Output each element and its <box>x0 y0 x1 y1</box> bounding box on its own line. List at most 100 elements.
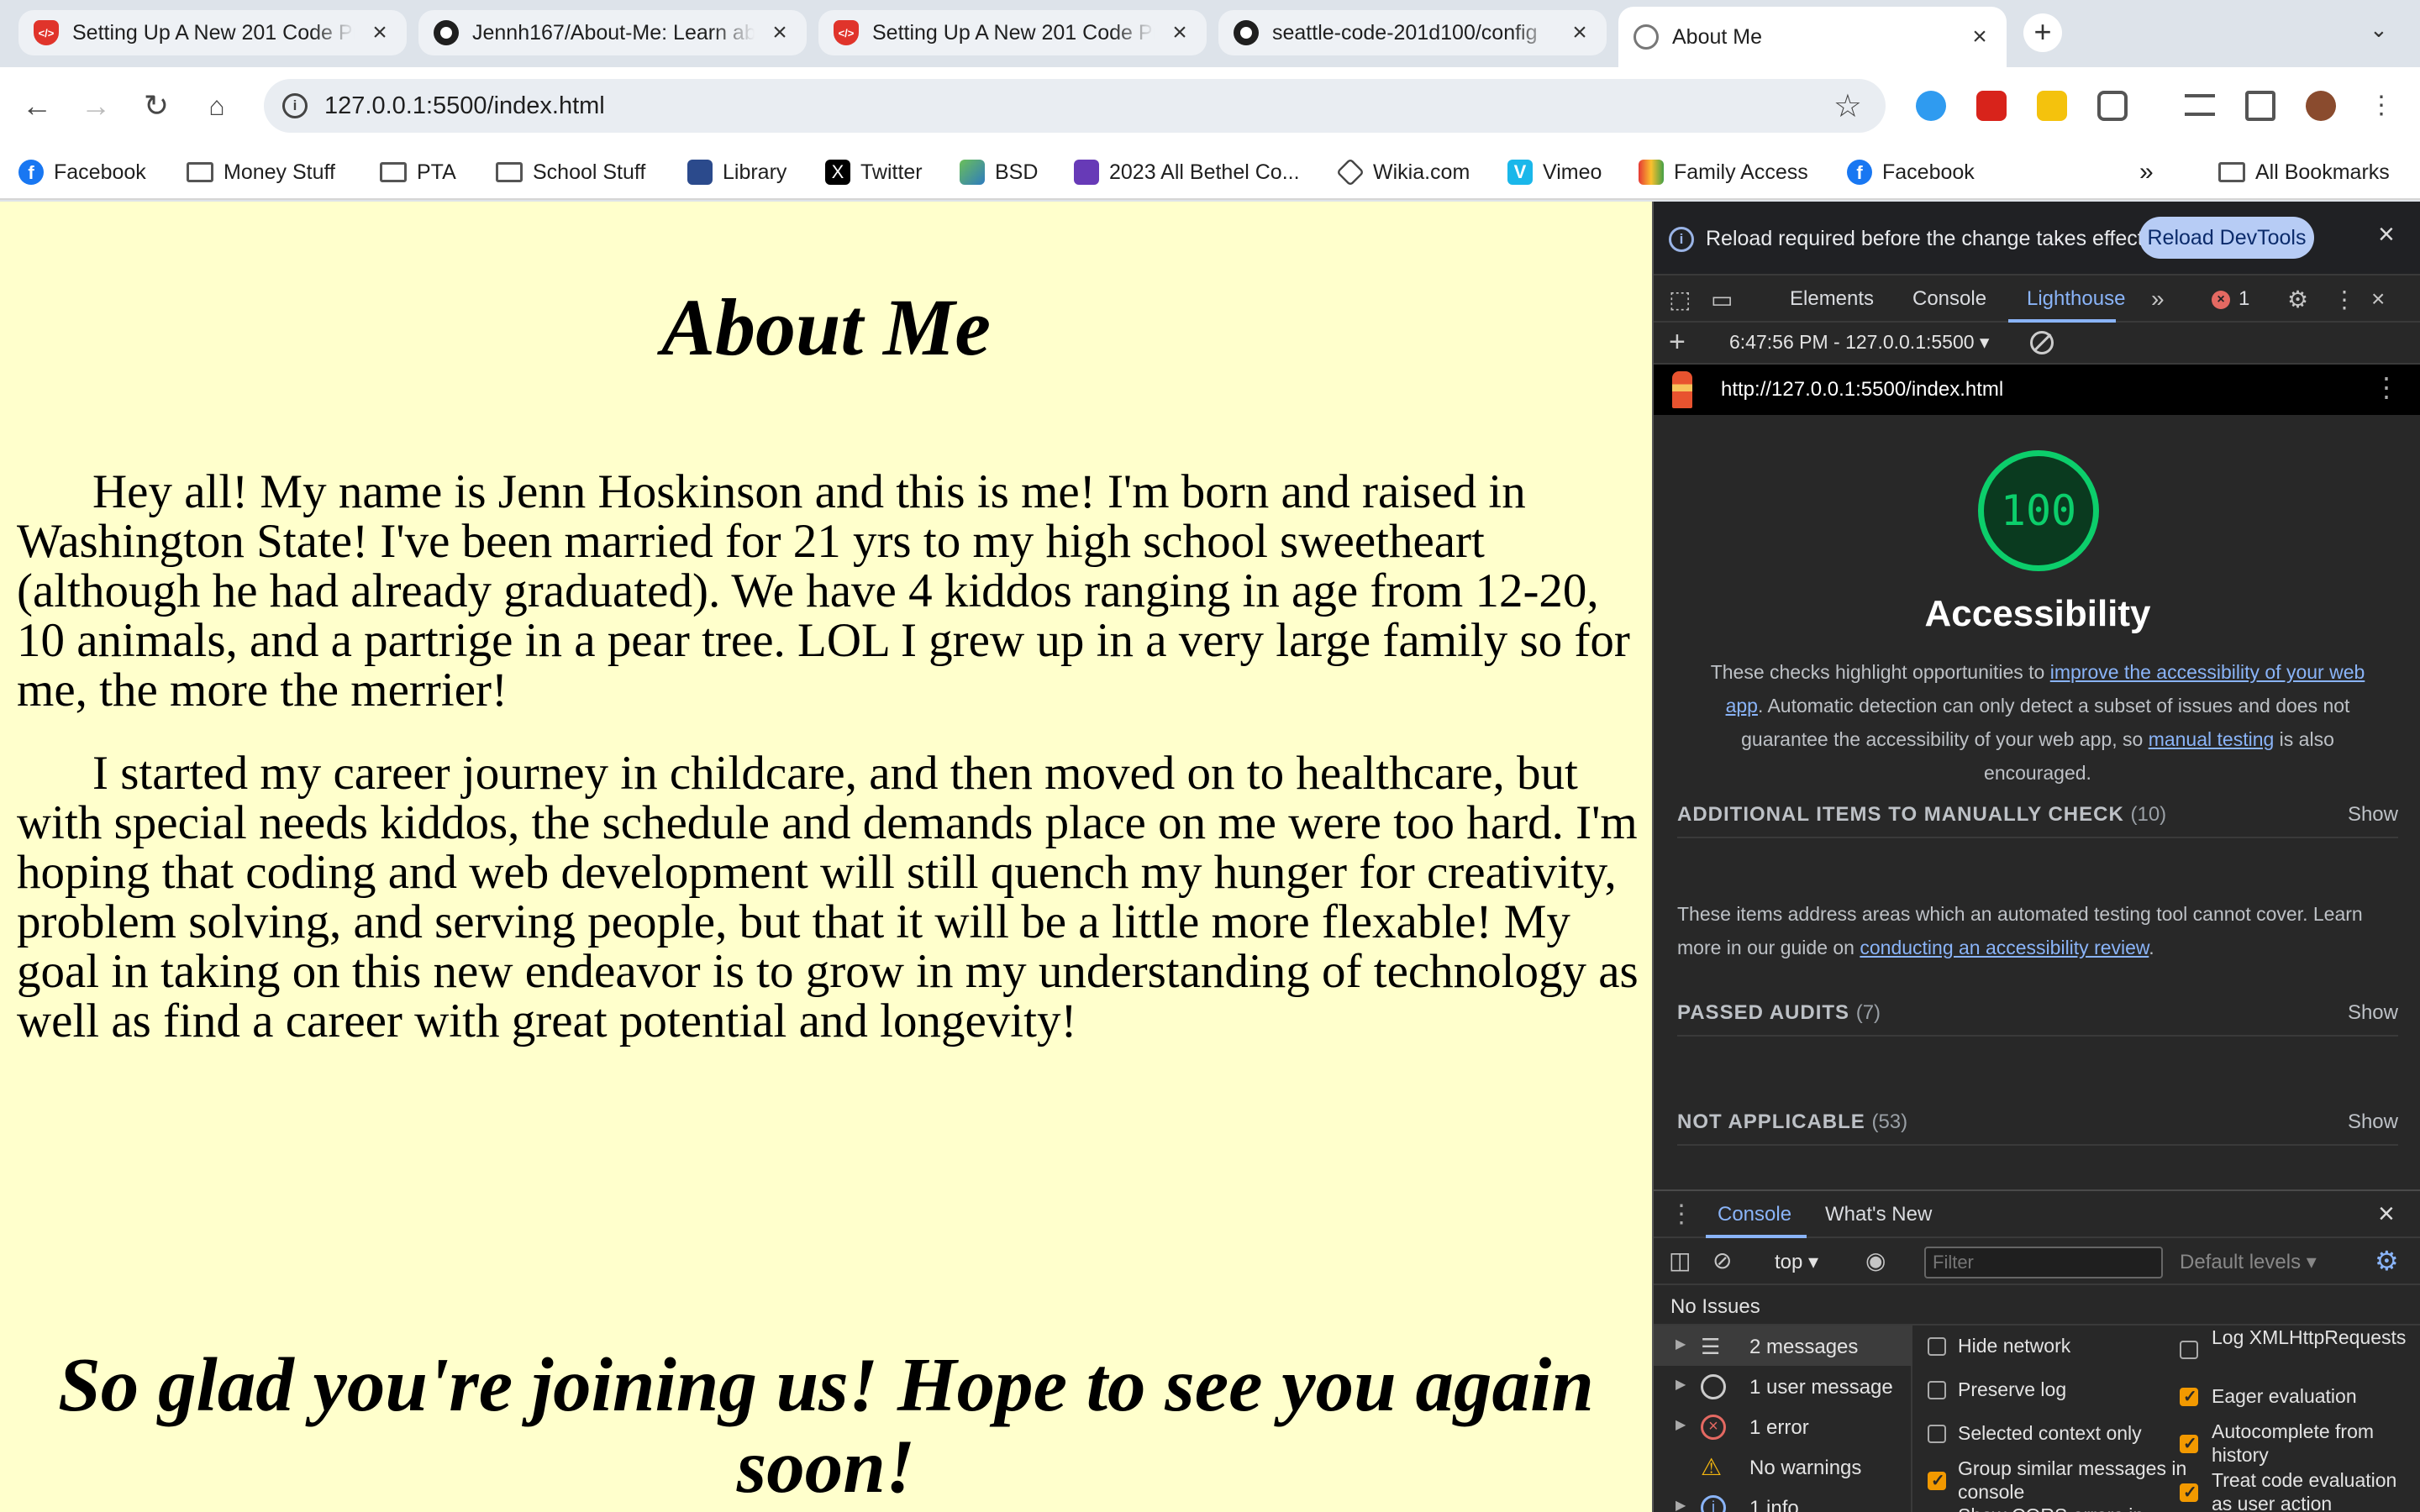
expand-icon[interactable]: ▶ <box>1676 1336 1686 1352</box>
close-icon[interactable]: × <box>2378 218 2395 251</box>
close-drawer-icon[interactable]: × <box>2378 1198 2395 1231</box>
browser-menu-icon[interactable]: ⋮ <box>2360 84 2403 128</box>
setting-label: Autocomplete from history <box>2212 1420 2375 1466</box>
tab-elements[interactable]: Elements <box>1790 287 1874 311</box>
group-similar-checkbox[interactable] <box>1928 1470 1946 1491</box>
show-button[interactable]: Show <box>2348 1110 2398 1134</box>
clear-console-icon[interactable]: ⊘ <box>1712 1247 1732 1274</box>
browser-tab-active[interactable]: About Me × <box>1618 7 2007 67</box>
bookmark-library[interactable]: Library <box>687 156 786 188</box>
devtools-menu-icon[interactable]: ⋮ <box>2333 286 2356 313</box>
close-icon[interactable]: × <box>768 18 792 47</box>
onedrive-extension-icon[interactable] <box>1916 91 1946 121</box>
bookmark-folder-money-stuff[interactable]: Money Stuff <box>187 156 335 188</box>
close-icon[interactable]: × <box>1968 23 1991 51</box>
address-bar-url[interactable]: 127.0.0.1:5500/index.html <box>324 92 605 120</box>
tab-lighthouse[interactable]: Lighthouse <box>2027 287 2125 311</box>
selected-context-checkbox[interactable] <box>1928 1425 1946 1443</box>
sidebar-item-user-messages[interactable]: ▶ 1 user message <box>1654 1366 1912 1406</box>
all-bookmarks-button[interactable]: All Bookmarks <box>2218 156 2390 188</box>
show-button[interactable]: Show <box>2348 803 2398 827</box>
address-bar[interactable]: i 127.0.0.1:5500/index.html ☆ <box>264 79 1886 133</box>
settings-gear-icon[interactable]: ⚙ <box>2287 286 2308 313</box>
bookmark-bethel-form[interactable]: 2023 All Bethel Co... <box>1074 156 1300 188</box>
reload-devtools-button[interactable]: Reload DevTools <box>2139 217 2314 259</box>
section-manual-check[interactable]: ADDITIONAL ITEMS TO MANUALLY CHECK (10) … <box>1677 788 2398 838</box>
extensions-icon[interactable] <box>2097 91 2128 121</box>
tab-search-icon[interactable]: ⌄ <box>2370 17 2388 43</box>
drawer-tab-console[interactable]: Console <box>1718 1203 1791 1226</box>
treat-code-eval-checkbox[interactable] <box>2180 1482 2198 1503</box>
report-selector[interactable]: 6:47:56 PM - 127.0.0.1:5500 ▾ <box>1729 331 1989 354</box>
live-expression-eye-icon[interactable]: ◉ <box>1865 1247 1886 1274</box>
bookmark-bsd[interactable]: BSD <box>960 156 1038 188</box>
autocomplete-history-checkbox[interactable] <box>2180 1433 2198 1454</box>
bookmark-folder-pta[interactable]: PTA <box>380 156 456 188</box>
log-xhr-checkbox[interactable] <box>2180 1341 2198 1359</box>
console-toolbar: ◫ ⊘ top ▾ ◉ Default levels ▾ ⚙ <box>1654 1238 2420 1285</box>
report-menu-icon[interactable]: ⋮ <box>2373 371 2400 403</box>
eager-evaluation-checkbox[interactable] <box>2180 1386 2198 1407</box>
new-tab-button[interactable]: + <box>2023 13 2062 52</box>
drawer-tab-whats-new[interactable]: What's New <box>1825 1203 1932 1226</box>
avatar[interactable] <box>2306 91 2336 121</box>
more-tabs-icon[interactable]: » <box>2151 286 2165 312</box>
adobe-extension-icon[interactable] <box>1976 91 2007 121</box>
reload-button[interactable]: ↻ <box>134 84 178 128</box>
close-devtools-icon[interactable]: × <box>2371 286 2385 312</box>
expand-icon[interactable]: ▶ <box>1676 1376 1686 1393</box>
show-button[interactable]: Show <box>2348 1001 2398 1025</box>
inspect-element-icon[interactable]: ⬚ <box>1669 286 1691 313</box>
issues-status[interactable]: No Issues <box>1670 1295 1760 1319</box>
forward-button[interactable]: → <box>74 84 118 128</box>
new-report-icon[interactable]: + <box>1669 326 1686 359</box>
browser-tab[interactable]: </> Setting Up A New 201 Code Project × <box>18 10 407 55</box>
browser-tab[interactable]: Jennh167/About-Me: Learn about me × <box>418 10 807 55</box>
sidebar-item-info[interactable]: ▶ i 1 info <box>1654 1487 1912 1512</box>
tab-console[interactable]: Console <box>1912 287 1986 311</box>
drawer-menu-icon[interactable]: ⋮ <box>1669 1200 1694 1229</box>
hide-network-checkbox[interactable] <box>1928 1337 1946 1356</box>
bookmarks-overflow-button[interactable]: » <box>2139 156 2154 188</box>
keep-extension-icon[interactable] <box>2037 91 2067 121</box>
section-not-applicable[interactable]: NOT APPLICABLE (53) Show <box>1677 1095 2398 1146</box>
manual-testing-link[interactable]: manual testing <box>2149 728 2275 750</box>
console-settings-icon[interactable]: ⚙ <box>2375 1245 2399 1277</box>
sidebar-item-errors[interactable]: ▶ × 1 error <box>1654 1406 1912 1446</box>
sidebar-item-messages[interactable]: ▶ ☰ 2 messages <box>1654 1326 1912 1366</box>
bookmark-wikia[interactable]: Wikia.com <box>1336 156 1470 188</box>
side-panel-icon[interactable] <box>2245 91 2275 121</box>
bookmark-facebook-2[interactable]: f Facebook <box>1847 156 1975 188</box>
media-queue-icon[interactable] <box>2185 94 2215 116</box>
context-selector[interactable]: top ▾ <box>1775 1250 1818 1274</box>
preserve-log-checkbox[interactable] <box>1928 1381 1946 1399</box>
device-toolbar-icon[interactable]: ▭ <box>1711 286 1733 313</box>
home-button[interactable]: ⌂ <box>195 84 239 128</box>
bookmark-facebook[interactable]: f Facebook <box>18 156 146 188</box>
accessibility-review-link[interactable]: conducting an accessibility review <box>1860 937 2149 958</box>
bookmark-folder-school-stuff[interactable]: School Stuff <box>496 156 645 188</box>
sidebar-item-warnings[interactable]: ⚠ No warnings <box>1654 1446 1912 1487</box>
bookmark-star-icon[interactable]: ☆ <box>1833 87 1862 125</box>
browser-tab[interactable]: </> Setting Up A New 201 Code Project × <box>818 10 1207 55</box>
log-levels-dropdown[interactable]: Default levels ▾ <box>2180 1250 2317 1274</box>
back-button[interactable]: ← <box>15 84 59 128</box>
close-icon[interactable]: × <box>1168 18 1192 47</box>
bookmark-family-access[interactable]: Family Access <box>1639 156 1808 188</box>
close-icon[interactable]: × <box>1568 18 1591 47</box>
site-info-icon[interactable]: i <box>282 93 308 118</box>
browser-tab[interactable]: seattle-code-201d100/config × <box>1218 10 1607 55</box>
section-passed-audits[interactable]: PASSED AUDITS (7) Show <box>1677 986 2398 1037</box>
expand-icon[interactable]: ▶ <box>1676 1416 1686 1433</box>
bookmark-twitter[interactable]: X Twitter <box>825 156 923 188</box>
expand-icon[interactable]: ▶ <box>1676 1497 1686 1512</box>
console-sidebar-icon[interactable]: ◫ <box>1669 1247 1691 1274</box>
close-icon[interactable]: × <box>368 18 392 47</box>
error-count[interactable]: 1 <box>2238 287 2249 311</box>
setting-label: Group similar messages in console <box>1958 1457 2187 1503</box>
console-filter-input[interactable] <box>1924 1247 2163 1278</box>
folder-icon <box>2218 162 2245 182</box>
error-icon[interactable]: × <box>2212 291 2230 309</box>
bookmark-vimeo[interactable]: V Vimeo <box>1507 156 1602 188</box>
clear-reports-icon[interactable] <box>2030 331 2054 354</box>
